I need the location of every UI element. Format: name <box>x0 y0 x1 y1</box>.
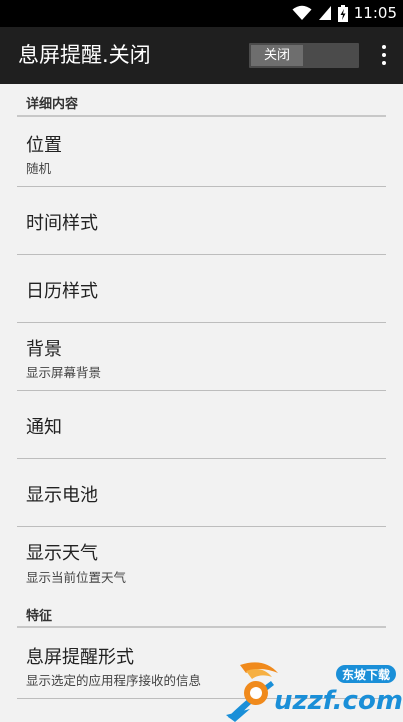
pref-title: 时间样式 <box>26 213 98 234</box>
section-header-details: 详细内容 <box>26 97 79 112</box>
watermark-cn-text: 东坡下载 <box>342 667 390 682</box>
status-bar: 11:05 <box>0 0 403 27</box>
pref-summary: 显示屏幕背景 <box>26 365 102 380</box>
pref-title: 通知 <box>26 417 62 438</box>
pref-summary: 显示当前位置天气 <box>26 570 127 585</box>
pref-title: 显示电池 <box>26 485 98 506</box>
app-bar: 息屏提醒.关闭 关闭 <box>0 27 403 84</box>
watermark-en-text: uzzf.com <box>274 686 403 716</box>
cell-signal-icon <box>318 6 331 20</box>
pref-summary: 随机 <box>26 161 52 176</box>
pref-summary: 显示选定的应用程序接收的信息 <box>26 673 202 688</box>
pref-title: 日历样式 <box>26 281 98 302</box>
pref-position[interactable]: 位置 随机 <box>0 117 403 186</box>
pref-title: 背景 <box>26 339 62 360</box>
pref-notification[interactable]: 通知 <box>0 391 403 458</box>
section-header-features: 特征 <box>26 609 53 624</box>
master-toggle-switch[interactable]: 关闭 <box>249 43 359 68</box>
pref-show-weather[interactable]: 显示天气 显示当前位置天气 <box>0 527 403 597</box>
page-title: 息屏提醒.关闭 <box>18 43 151 67</box>
overflow-menu-icon[interactable] <box>379 43 389 67</box>
pref-title: 位置 <box>26 135 62 156</box>
pref-background[interactable]: 背景 显示屏幕背景 <box>0 323 403 390</box>
pref-show-battery[interactable]: 显示电池 <box>0 459 403 526</box>
wifi-icon <box>292 5 312 20</box>
pref-title: 显示天气 <box>26 543 98 564</box>
pref-calendar-style[interactable]: 日历样式 <box>0 255 403 322</box>
uzzf-watermark-logo: 东坡下载 uzzf.com <box>226 662 403 722</box>
battery-charging-icon <box>337 4 348 22</box>
toggle-state-label: 关闭 <box>251 45 303 66</box>
pref-title: 息屏提醒形式 <box>26 647 134 668</box>
pref-time-style[interactable]: 时间样式 <box>0 187 403 254</box>
clock: 11:05 <box>353 4 397 22</box>
